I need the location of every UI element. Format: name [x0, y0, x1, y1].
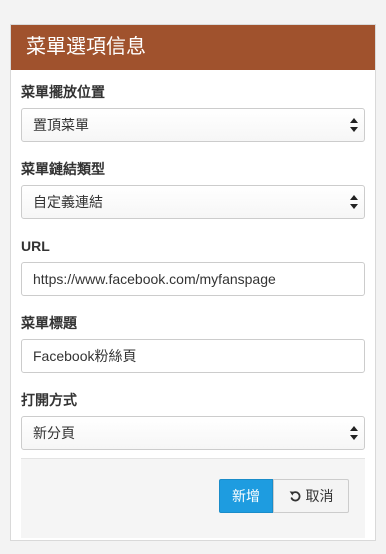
position-label: 菜單擺放位置	[21, 84, 105, 100]
panel-title: 菜單選項信息	[11, 25, 375, 70]
menu-title-group: 菜單標題 Facebook粉絲頁	[21, 313, 365, 373]
form-body: 菜單擺放位置 置頂菜單 菜單鏈結類型 自定義連結 URL https://www…	[11, 82, 375, 450]
select-arrows-icon	[350, 195, 358, 209]
undo-icon	[289, 491, 300, 502]
open-mode-select-value: 新分頁	[33, 425, 75, 441]
url-group: URL https://www.facebook.com/myfanspage	[21, 236, 365, 296]
menu-title-input-value: Facebook粉絲頁	[33, 348, 137, 364]
url-label: URL	[21, 238, 50, 254]
position-select-value: 置頂菜單	[33, 117, 89, 133]
select-arrows-icon	[350, 426, 358, 440]
add-button[interactable]: 新增	[219, 479, 273, 513]
cancel-button[interactable]: 取消	[273, 479, 349, 513]
menu-option-panel: 菜單選項信息 菜單擺放位置 置頂菜單 菜單鏈結類型 自定義連結 URL http…	[10, 24, 376, 541]
select-arrows-icon	[350, 118, 358, 132]
link-type-select-value: 自定義連結	[33, 194, 103, 210]
form-footer: 新增 取消	[21, 458, 365, 538]
open-mode-select[interactable]: 新分頁	[21, 416, 365, 450]
link-type-label: 菜單鏈結類型	[21, 161, 105, 177]
open-mode-label: 打開方式	[21, 392, 77, 408]
url-input[interactable]: https://www.facebook.com/myfanspage	[21, 262, 365, 296]
open-mode-group: 打開方式 新分頁	[21, 390, 365, 450]
position-select[interactable]: 置頂菜單	[21, 108, 365, 142]
menu-title-input[interactable]: Facebook粉絲頁	[21, 339, 365, 373]
position-group: 菜單擺放位置 置頂菜單	[21, 82, 365, 142]
url-input-value: https://www.facebook.com/myfanspage	[33, 271, 276, 287]
link-type-group: 菜單鏈結類型 自定義連結	[21, 159, 365, 219]
menu-title-label: 菜單標題	[21, 315, 77, 331]
cancel-button-label: 取消	[305, 488, 334, 504]
link-type-select[interactable]: 自定義連結	[21, 185, 365, 219]
